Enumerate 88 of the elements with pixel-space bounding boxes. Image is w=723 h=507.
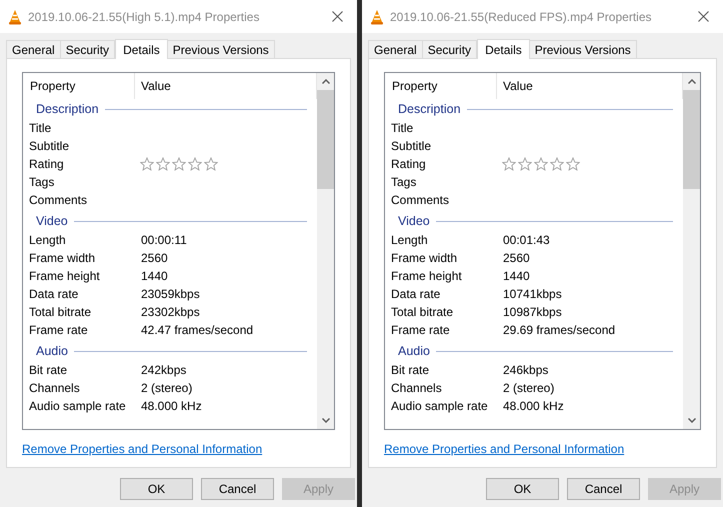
column-header[interactable]: Property [385,73,497,99]
star-icon[interactable] [156,157,170,171]
property-value: 246kbps [502,362,548,379]
property-name: Subtitle [390,138,432,155]
tab[interactable]: Previous Versions [528,40,637,58]
property-value: 10987kbps [502,304,562,321]
property-value: 48.000 kHz [502,398,564,415]
close-icon [332,11,342,22]
property-value: 1440 [140,268,168,285]
property-value: 29.69 frames/second [502,322,616,339]
property-name: Frame height [390,268,463,285]
star-icon[interactable] [534,157,548,171]
property-name: Total bitrate [390,304,454,321]
tab[interactable]: Previous Versions [166,40,275,58]
property-name: Channels [28,380,81,397]
property-value: 242kbps [140,362,186,379]
property-value: 00:00:11 [140,232,187,249]
remove-properties-link[interactable]: Remove Properties and Personal Information [384,440,624,458]
tab[interactable]: General [6,40,61,58]
column-header[interactable]: Property [23,73,135,99]
property-value: 2 (stereo) [140,380,192,397]
property-value: 1440 [502,268,530,285]
tab[interactable]: Details [477,39,530,59]
property-name: Frame width [28,250,96,267]
dialog-button[interactable]: Cancel [567,478,640,500]
property-name: Tags [28,174,56,191]
property-value: 23059kbps [140,286,200,303]
property-name: Frame rate [28,322,89,339]
section-heading: Description [398,100,461,118]
property-value: 23302kbps [140,304,200,321]
property-name: Bit rate [28,362,68,379]
window-title: 2019.10.06-21.55(High 5.1).mp4 Properties [28,8,260,26]
property-name: Comments [28,192,88,209]
property-name: Rating [390,156,427,173]
close-icon [698,11,708,22]
property-name: Audio sample rate [28,398,127,415]
property-value: 10741kbps [502,286,562,303]
scrollbar[interactable] [683,73,700,429]
scrollbar-thumb[interactable] [317,90,334,189]
scrollbar[interactable] [317,73,334,429]
property-name: Frame height [28,268,101,285]
section-heading: Video [398,212,430,230]
cone-icon [370,8,384,24]
window-title: 2019.10.06-21.55(Reduced FPS).mp4 Properties [390,8,652,26]
star-icon[interactable] [140,157,154,171]
cone-icon [8,8,22,24]
tab[interactable]: Security [422,40,478,58]
dialog-button[interactable]: OK [486,478,559,500]
property-name: Total bitrate [28,304,92,321]
section-heading: Description [36,100,99,118]
tab[interactable]: General [368,40,423,58]
property-name: Frame rate [390,322,451,339]
star-icon[interactable] [550,157,564,171]
property-name: Frame width [390,250,458,267]
section-heading: Audio [398,342,430,360]
property-value: 2560 [140,250,168,267]
property-name: Tags [390,174,418,191]
star-icon[interactable] [172,157,186,171]
remove-properties-link[interactable]: Remove Properties and Personal Information [22,440,262,458]
property-value: 42.47 frames/second [140,322,254,339]
tab[interactable]: Security [60,40,116,58]
star-icon[interactable] [566,157,580,171]
property-name: Audio sample rate [390,398,489,415]
property-name: Length [390,232,429,249]
property-value: 2560 [502,250,530,267]
property-value: 00:01:43 [502,232,550,249]
section-heading: Video [36,212,68,230]
star-icon[interactable] [204,157,218,171]
property-name: Data rate [390,286,442,303]
scrollbar-thumb[interactable] [683,90,700,189]
property-value: 2 (stereo) [502,380,554,397]
dialog-button[interactable]: OK [120,478,193,500]
star-icon[interactable] [518,157,532,171]
tab[interactable]: Details [115,39,168,59]
property-name: Rating [28,156,65,173]
section-heading: Audio [36,342,68,360]
property-name: Length [28,232,67,249]
property-name: Title [390,120,414,137]
dialog-button[interactable]: Cancel [201,478,274,500]
property-name: Title [28,120,52,137]
property-name: Data rate [28,286,80,303]
star-icon[interactable] [502,157,516,171]
star-icon[interactable] [188,157,202,171]
property-name: Channels [390,380,443,397]
property-name: Bit rate [390,362,430,379]
property-value: 48.000 kHz [140,398,202,415]
property-name: Comments [390,192,450,209]
property-name: Subtitle [28,138,70,155]
